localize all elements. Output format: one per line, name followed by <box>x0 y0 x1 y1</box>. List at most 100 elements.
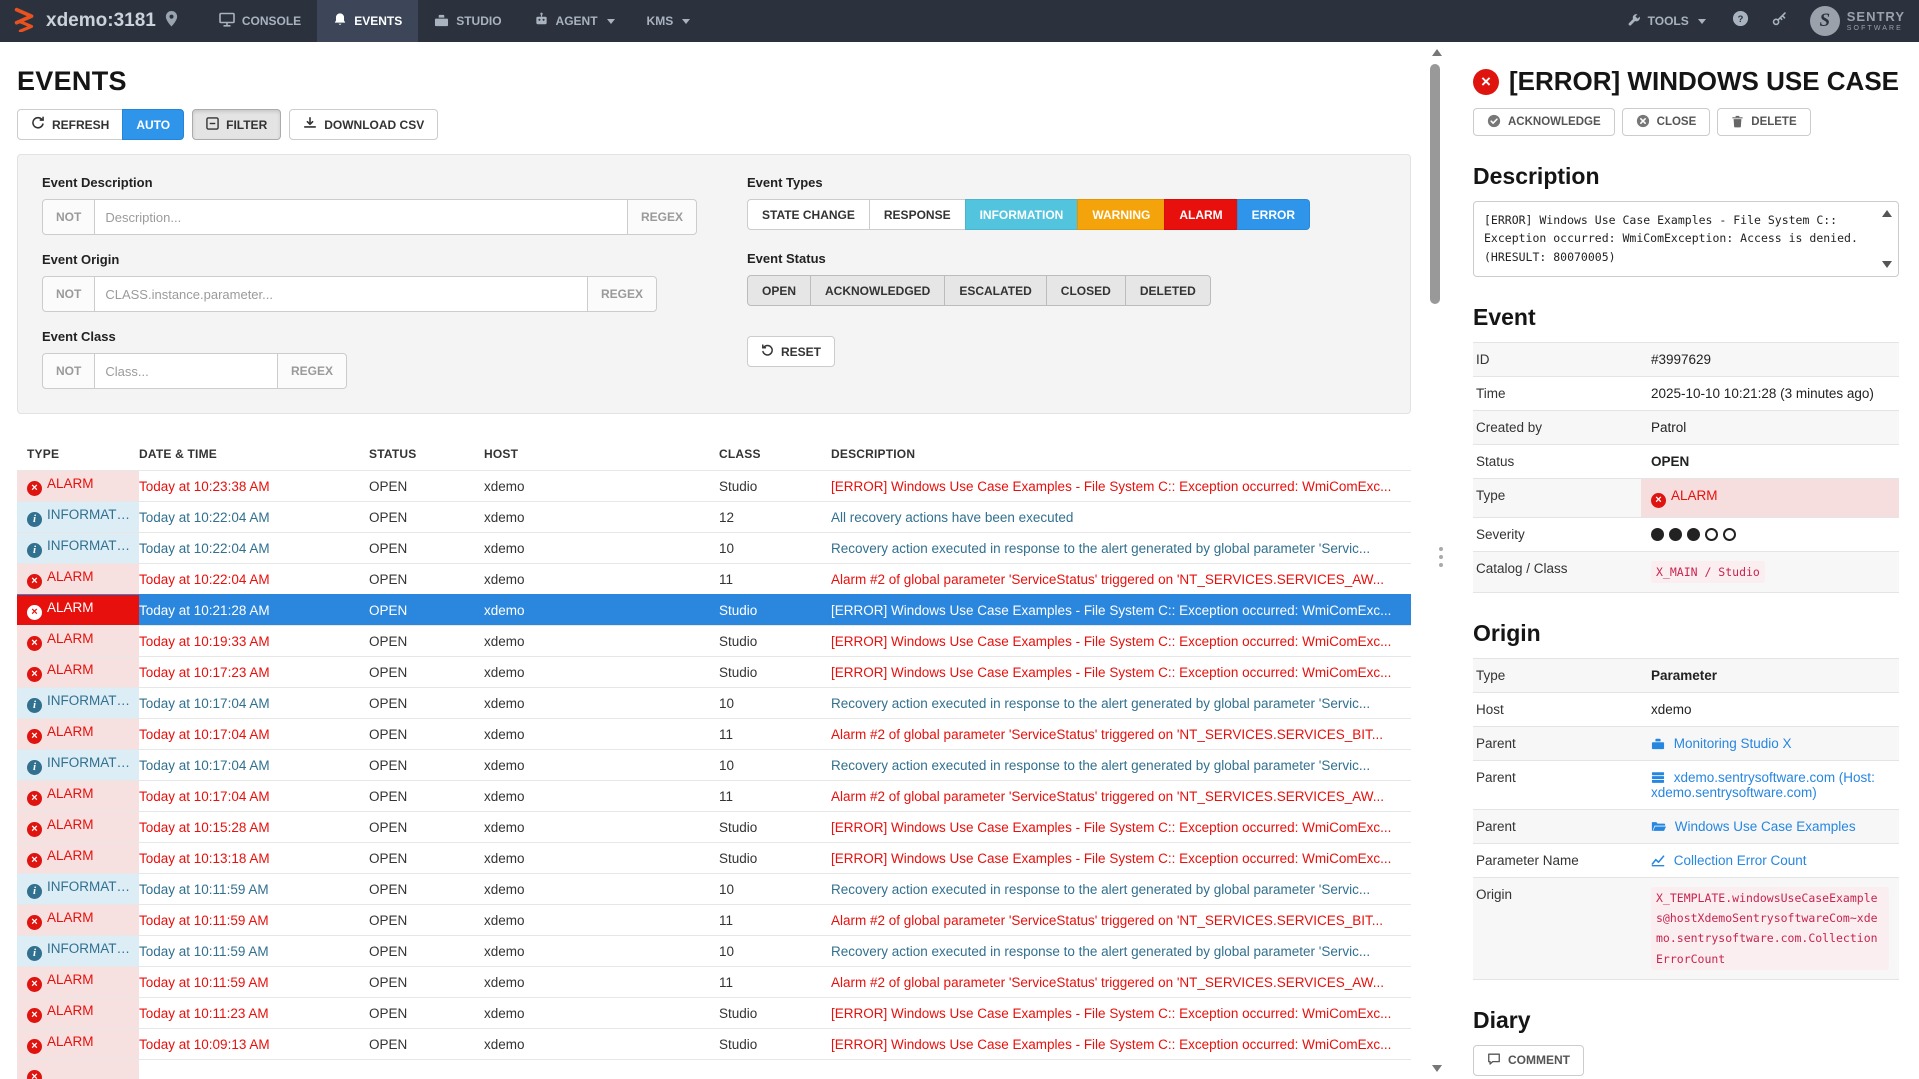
auto-refresh-toggle[interactable]: AUTO <box>122 109 184 140</box>
event-row[interactable]: ×ALARM Today at 10:17:23 AM OPEN xdemo S… <box>17 657 1411 688</box>
page-title: EVENTS <box>17 66 1427 97</box>
refresh-button[interactable]: REFRESH <box>17 109 123 140</box>
severity-dot-filled <box>1687 528 1700 541</box>
wrench-icon <box>1627 13 1641 30</box>
event-row[interactable]: ×ALARM Today at 10:21:28 AM OPEN xdemo S… <box>17 595 1411 626</box>
parent-link[interactable]: Collection Error Count <box>1651 853 1807 868</box>
x-circle-icon <box>1636 114 1650 131</box>
panel-resize-grip[interactable] <box>1439 547 1443 567</box>
event-property-row: Type×ALARM <box>1473 478 1899 517</box>
event-type-error[interactable]: ERROR <box>1237 199 1310 230</box>
event-row[interactable]: iINFORMATI... Today at 10:17:04 AM OPEN … <box>17 688 1411 719</box>
event-type-state-change[interactable]: STATE CHANGE <box>747 199 870 230</box>
class-not-toggle[interactable]: NOT <box>42 353 95 389</box>
col-header-description[interactable]: DESCRIPTION <box>831 438 1411 471</box>
sentry-software-logo[interactable]: S SENTRY SOFTWARE <box>1810 6 1905 36</box>
event-row[interactable]: iINFORMATI... Today at 10:22:04 AM OPEN … <box>17 502 1411 533</box>
col-header-host[interactable]: HOST <box>484 438 719 471</box>
property-value: 2025-10-10 10:21:28 (3 minutes ago) <box>1641 377 1899 410</box>
event-status-open[interactable]: OPEN <box>747 275 811 306</box>
event-row[interactable]: × <box>17 1060 1411 1079</box>
acknowledge-button[interactable]: ACKNOWLEDGE <box>1473 108 1615 136</box>
download-icon <box>303 116 317 133</box>
event-row[interactable]: ×ALARM Today at 10:11:59 AM OPEN xdemo 1… <box>17 905 1411 936</box>
delete-event-button[interactable]: DELETE <box>1717 108 1810 136</box>
col-header-status[interactable]: STATUS <box>369 438 484 471</box>
location-pin-icon[interactable] <box>164 10 179 32</box>
parent-link[interactable]: Monitoring Studio X <box>1651 736 1792 751</box>
help-icon[interactable]: ? <box>1732 10 1749 32</box>
chevron-down-icon <box>607 19 615 24</box>
event-type-alarm[interactable]: ALARM <box>1164 199 1237 230</box>
col-header-datetime[interactable]: DATE & TIME <box>139 438 369 471</box>
scrollbar-thumb[interactable] <box>1430 64 1440 304</box>
event-row[interactable]: ×ALARM Today at 10:17:04 AM OPEN xdemo 1… <box>17 781 1411 812</box>
close-event-button[interactable]: CLOSE <box>1622 108 1711 136</box>
event-row[interactable]: ×ALARM Today at 10:09:13 AM OPEN xdemo S… <box>17 1029 1411 1060</box>
error-circle-icon: × <box>1473 69 1499 95</box>
event-type-information[interactable]: INFORMATION <box>965 199 1079 230</box>
event-status-escalated[interactable]: ESCALATED <box>944 275 1046 306</box>
origin-not-toggle[interactable]: NOT <box>42 276 95 312</box>
event-row[interactable]: ×ALARM Today at 10:19:33 AM OPEN xdemo S… <box>17 626 1411 657</box>
event-row[interactable]: ×ALARM Today at 10:22:04 AM OPEN xdemo 1… <box>17 564 1411 595</box>
parent-link[interactable]: xdemo.sentrysoftware.com (Host: xdemo.se… <box>1651 770 1875 800</box>
event-detail-panel: × [ERROR] WINDOWS USE CASE E... ACKNOWLE… <box>1449 42 1919 1079</box>
event-row[interactable]: ×ALARM Today at 10:11:23 AM OPEN xdemo S… <box>17 998 1411 1029</box>
property-value: X_MAIN / Studio <box>1641 552 1899 592</box>
scroll-down-arrow-icon[interactable] <box>1432 1065 1442 1072</box>
description-textarea[interactable]: [ERROR] Windows Use Case Examples - File… <box>1473 201 1899 277</box>
origin-filter-input[interactable] <box>95 276 588 312</box>
tools-menu[interactable]: TOOLS <box>1623 13 1710 30</box>
download-csv-button[interactable]: DOWNLOAD CSV <box>289 109 438 140</box>
description-regex-toggle[interactable]: REGEX <box>628 199 697 235</box>
textarea-scroll-up-icon[interactable] <box>1882 210 1892 217</box>
nav-item-kms[interactable]: KMS <box>631 0 707 42</box>
comment-button[interactable]: COMMENT <box>1473 1045 1584 1076</box>
event-row[interactable]: ×ALARM Today at 10:17:04 AM OPEN xdemo 1… <box>17 719 1411 750</box>
main-nav: CONSOLE EVENTS STUDIO <box>203 0 706 42</box>
col-header-type[interactable]: TYPE <box>17 438 139 471</box>
event-row[interactable]: iINFORMATI... Today at 10:11:59 AM OPEN … <box>17 936 1411 967</box>
class-regex-toggle[interactable]: REGEX <box>278 353 347 389</box>
nav-item-events[interactable]: EVENTS <box>317 0 418 42</box>
property-label: Parent <box>1473 810 1641 843</box>
event-row[interactable]: ×ALARM Today at 10:15:28 AM OPEN xdemo S… <box>17 812 1411 843</box>
alarm-x-circle-icon: × <box>27 1070 42 1079</box>
studio-toolbox-icon <box>434 13 449 30</box>
nav-item-agent[interactable]: AGENT <box>518 0 631 42</box>
info-circle-icon: i <box>27 512 42 527</box>
event-row[interactable]: ×ALARM Today at 10:23:38 AM OPEN xdemo S… <box>17 471 1411 502</box>
event-type-warning[interactable]: WARNING <box>1077 199 1165 230</box>
info-circle-icon: i <box>27 760 42 775</box>
event-row[interactable]: ×ALARM Today at 10:11:59 AM OPEN xdemo 1… <box>17 967 1411 998</box>
scroll-up-arrow-icon[interactable] <box>1432 49 1442 56</box>
reset-filters-button[interactable]: RESET <box>747 336 835 367</box>
col-header-class[interactable]: CLASS <box>719 438 831 471</box>
key-icon[interactable] <box>1771 10 1788 32</box>
event-row[interactable]: ×ALARM Today at 10:13:18 AM OPEN xdemo S… <box>17 843 1411 874</box>
event-row[interactable]: iINFORMATI... Today at 10:17:04 AM OPEN … <box>17 750 1411 781</box>
class-filter-input[interactable] <box>95 353 278 389</box>
event-status-acknowledged[interactable]: ACKNOWLEDGED <box>810 275 945 306</box>
description-not-toggle[interactable]: NOT <box>42 199 95 235</box>
parent-link[interactable]: Windows Use Case Examples <box>1651 819 1856 834</box>
alarm-x-circle-icon: × <box>27 574 42 589</box>
alarm-x-circle-icon: × <box>27 791 42 806</box>
event-status-deleted[interactable]: DELETED <box>1125 275 1211 306</box>
origin-regex-toggle[interactable]: REGEX <box>588 276 657 312</box>
nav-item-studio[interactable]: STUDIO <box>418 0 517 42</box>
nav-item-console[interactable]: CONSOLE <box>203 0 317 42</box>
event-row[interactable]: iINFORMATI... Today at 10:11:59 AM OPEN … <box>17 874 1411 905</box>
filter-toggle-button[interactable]: FILTER <box>192 109 281 140</box>
event-type-response[interactable]: RESPONSE <box>869 199 966 230</box>
textarea-scroll-down-icon[interactable] <box>1882 261 1892 268</box>
brand[interactable]: xdemo:3181 <box>0 0 189 42</box>
description-filter-input[interactable] <box>95 199 628 235</box>
alarm-x-circle-icon: × <box>27 1039 42 1054</box>
console-icon <box>219 12 235 30</box>
event-row[interactable]: iINFORMATI... Today at 10:22:04 AM OPEN … <box>17 533 1411 564</box>
main-scrollbar[interactable] <box>1427 42 1449 1079</box>
event-status-closed[interactable]: CLOSED <box>1046 275 1126 306</box>
code-value: X_TEMPLATE.windowsUseCaseExamples@hostXd… <box>1651 887 1889 970</box>
